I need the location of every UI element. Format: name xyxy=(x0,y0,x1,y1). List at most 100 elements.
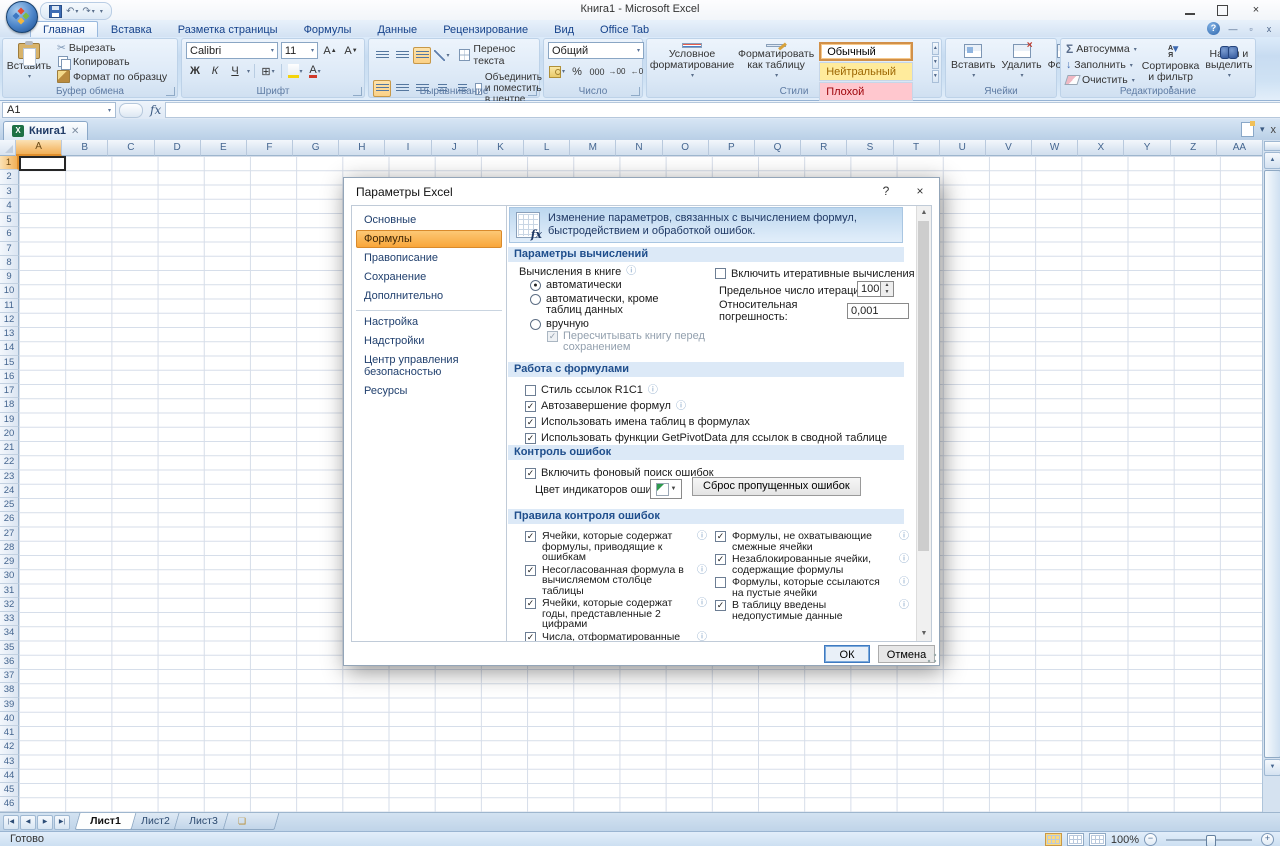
zoom-out-button[interactable]: − xyxy=(1144,833,1157,846)
font-color-button[interactable]: А▾ xyxy=(306,63,324,80)
row-header[interactable]: 3 xyxy=(0,185,19,199)
percent-style-button[interactable]: % xyxy=(568,63,586,80)
zoom-level-label[interactable]: 100% xyxy=(1111,834,1139,846)
row-header[interactable]: 28 xyxy=(0,541,19,555)
wrap-text-button[interactable]: Перенос текста xyxy=(457,42,535,68)
row-header[interactable]: 13 xyxy=(0,327,19,341)
chevron-down-icon[interactable]: ▾ xyxy=(1260,124,1265,135)
spin-up-icon[interactable]: ▲ xyxy=(881,282,893,289)
column-header[interactable]: AA xyxy=(1217,140,1263,156)
column-header[interactable]: R xyxy=(801,140,847,156)
column-header[interactable]: J xyxy=(432,140,478,156)
column-header[interactable]: K xyxy=(478,140,524,156)
office-button[interactable] xyxy=(6,1,38,33)
row-header[interactable]: 18 xyxy=(0,398,19,412)
row-header[interactable]: 24 xyxy=(0,484,19,498)
cut-button[interactable]: ✂Вырезать xyxy=(55,41,169,55)
row-header[interactable]: 38 xyxy=(0,683,19,697)
indicator-color-dropdown[interactable]: ▼ xyxy=(650,479,682,499)
column-header[interactable]: A xyxy=(16,140,62,156)
row-header[interactable]: 1 xyxy=(0,156,19,170)
new-doc-tab-icon[interactable] xyxy=(1241,122,1254,137)
dialog-scroll-thumb[interactable] xyxy=(918,221,929,551)
checkbox-item[interactable]: ✓ Ячейки, которые содержат формулы, прив… xyxy=(525,531,707,563)
active-cell-a1[interactable] xyxy=(19,156,66,171)
max-change-input[interactable]: 0,001 xyxy=(847,303,909,319)
row-header[interactable]: 29 xyxy=(0,555,19,569)
copy-button[interactable]: Копировать xyxy=(55,55,169,69)
column-header[interactable]: I xyxy=(385,140,431,156)
column-header[interactable]: U xyxy=(940,140,986,156)
row-header[interactable]: 45 xyxy=(0,783,19,797)
checkbox-item[interactable]: ✓ Несогласованная формула в вычисляемом … xyxy=(525,565,707,597)
row-header[interactable]: 16 xyxy=(0,370,19,384)
sort-filter-button[interactable]: АЯ▼ Сортировка и фильтр▾ xyxy=(1139,41,1203,83)
zoom-slider[interactable] xyxy=(1166,839,1252,841)
scroll-up-icon[interactable]: ▲ xyxy=(917,206,931,220)
column-header[interactable]: C xyxy=(108,140,154,156)
number-dialog-launcher[interactable] xyxy=(631,87,640,96)
clipboard-dialog-launcher[interactable] xyxy=(166,87,175,96)
row-header[interactable]: 12 xyxy=(0,313,19,327)
paste-button[interactable]: Вставить ▾ xyxy=(3,39,55,85)
max-iterations-spinner[interactable]: 100 ▲▼ xyxy=(857,281,894,297)
accounting-format-button[interactable]: ▾ xyxy=(548,63,566,80)
column-header[interactable]: Y xyxy=(1124,140,1170,156)
spin-down-icon[interactable]: ▼ xyxy=(881,289,893,296)
decrease-font-button[interactable]: А▼ xyxy=(342,42,360,59)
dialog-help-icon[interactable]: ? xyxy=(879,184,893,198)
cell-style-item[interactable]: Обычный xyxy=(819,42,913,61)
row-header[interactable]: 33 xyxy=(0,612,19,626)
radio-option[interactable]: вручную xyxy=(530,319,695,330)
comma-style-button[interactable]: 000 xyxy=(588,63,606,80)
sidebar-item[interactable]: Ресурсы xyxy=(356,382,502,400)
row-header[interactable]: 5 xyxy=(0,213,19,227)
format-painter-button[interactable]: Формат по образцу xyxy=(55,69,169,84)
row-header[interactable]: 8 xyxy=(0,256,19,270)
align-bottom-button[interactable] xyxy=(413,47,431,64)
split-handle[interactable] xyxy=(1264,141,1280,151)
scroll-down-icon[interactable]: ▼ xyxy=(917,627,931,641)
row-header[interactable]: 26 xyxy=(0,512,19,526)
restore-button[interactable] xyxy=(1217,5,1228,16)
last-sheet-button[interactable]: ▶| xyxy=(54,815,70,830)
column-header[interactable]: P xyxy=(709,140,755,156)
info-icon[interactable]: ⓘ xyxy=(899,554,909,575)
column-header[interactable]: V xyxy=(986,140,1032,156)
checkbox-item[interactable]: ✓ Числа, отформатированные как текст или… xyxy=(525,632,707,642)
radio-option[interactable]: автоматически, кроме таблиц данных xyxy=(530,294,695,316)
row-header[interactable]: 36 xyxy=(0,655,19,669)
column-header[interactable]: N xyxy=(616,140,662,156)
italic-button[interactable]: К xyxy=(206,63,224,80)
font-dialog-launcher[interactable] xyxy=(353,87,362,96)
dialog-resize-grip[interactable] xyxy=(927,653,937,663)
row-header[interactable]: 10 xyxy=(0,284,19,298)
info-icon[interactable]: ⓘ xyxy=(676,401,686,412)
increase-font-button[interactable]: А▲ xyxy=(321,42,339,59)
ribbon-tab[interactable]: Office Tab xyxy=(587,21,662,37)
ribbon-tab[interactable]: Разметка страницы xyxy=(165,21,291,37)
format-as-table-button[interactable]: Форматировать как таблицу▾ xyxy=(735,40,817,84)
number-format-combo[interactable]: Общий▾ xyxy=(548,42,644,59)
column-header[interactable]: B xyxy=(62,140,108,156)
column-header[interactable]: M xyxy=(570,140,616,156)
fill-button[interactable]: ↓Заполнить▾ xyxy=(1064,58,1139,72)
info-icon[interactable]: ⓘ xyxy=(697,598,707,630)
row-header[interactable]: 4 xyxy=(0,199,19,213)
sidebar-item[interactable]: Настройка xyxy=(356,310,502,331)
bold-button[interactable]: Ж xyxy=(186,63,204,80)
autosum-button[interactable]: ΣАвтосумма▾ xyxy=(1064,41,1139,57)
info-icon[interactable]: ⓘ xyxy=(899,531,909,552)
first-sheet-button[interactable]: |◀ xyxy=(3,815,19,830)
row-header[interactable]: 44 xyxy=(0,769,19,783)
checkbox-item[interactable]: ✓ Формулы, не охватывающие смежные ячейк… xyxy=(715,531,909,552)
help-icon[interactable]: ? xyxy=(1207,22,1220,35)
row-header[interactable]: 31 xyxy=(0,584,19,598)
underline-button[interactable]: Ч xyxy=(226,63,244,80)
row-header[interactable]: 37 xyxy=(0,669,19,683)
formula-input[interactable] xyxy=(165,102,1280,118)
page-break-view-button[interactable] xyxy=(1089,833,1106,846)
workbook-close-button[interactable]: x xyxy=(1264,24,1274,34)
row-header[interactable]: 41 xyxy=(0,726,19,740)
row-header[interactable]: 15 xyxy=(0,356,19,370)
